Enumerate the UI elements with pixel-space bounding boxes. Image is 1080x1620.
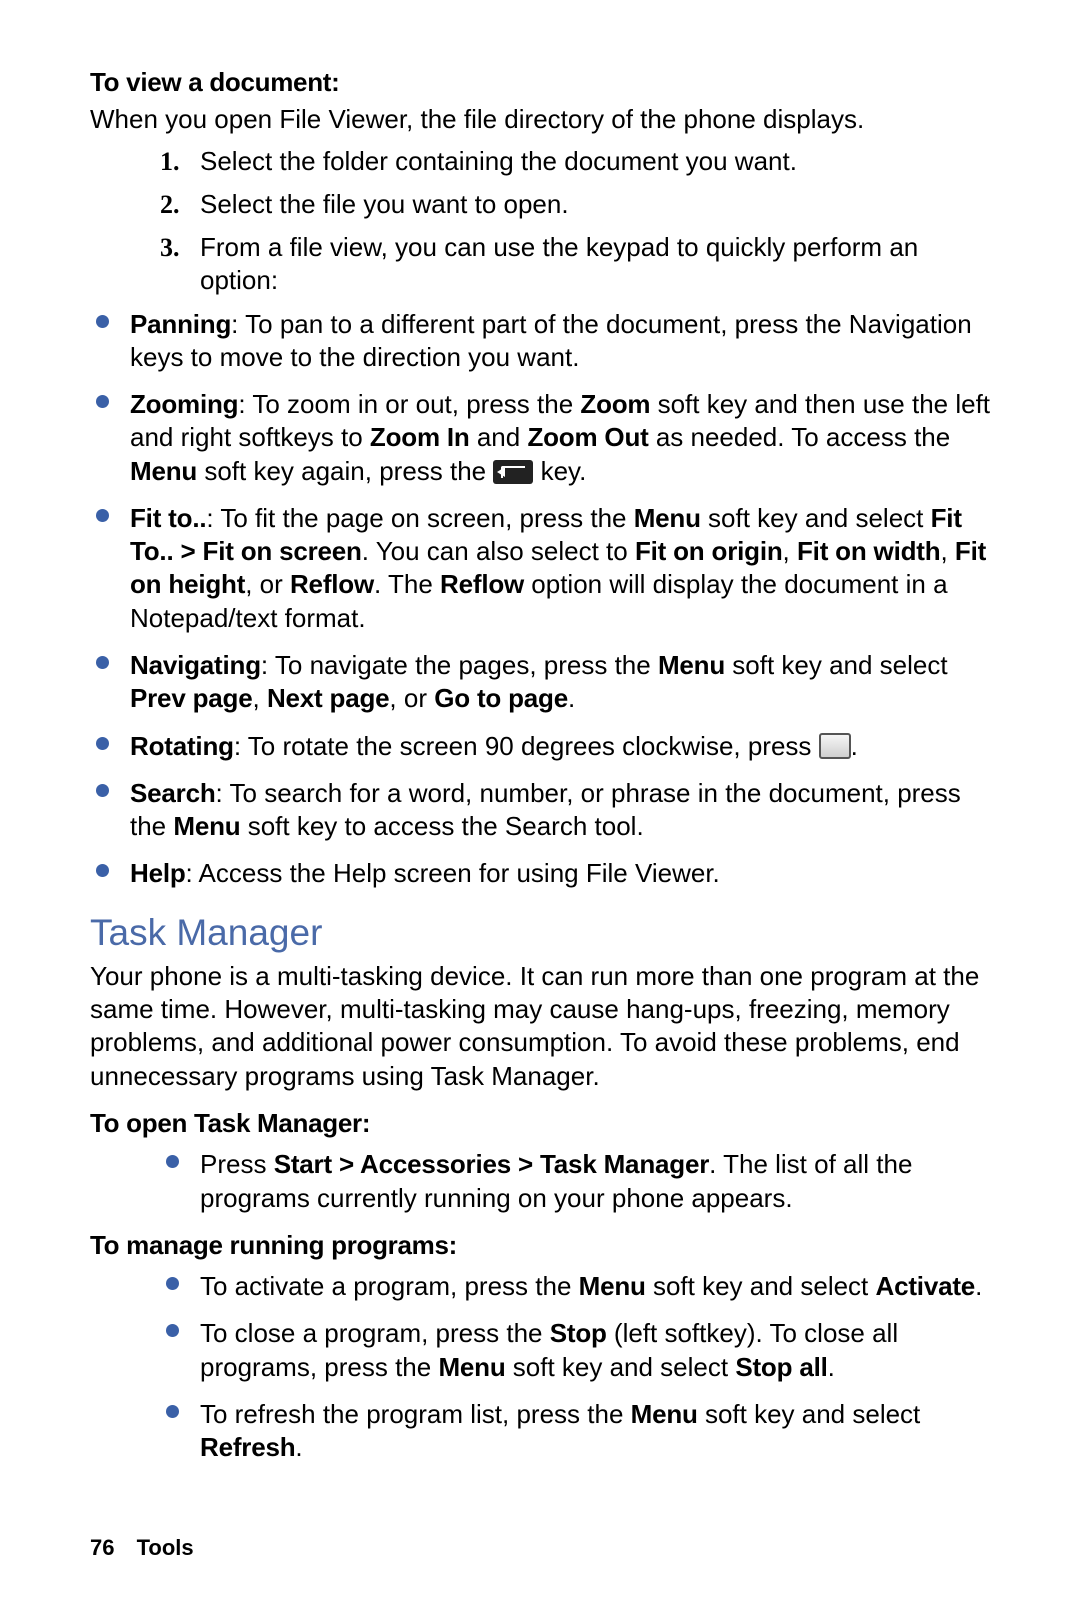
label: Panning bbox=[130, 309, 231, 339]
k: Menu bbox=[173, 811, 240, 841]
opt-navigating: Navigating: To navigate the pages, press… bbox=[90, 649, 1000, 716]
k: Menu bbox=[631, 1399, 698, 1429]
t: soft key and select bbox=[701, 503, 931, 533]
k: Start > Accessories > Task Manager bbox=[274, 1149, 709, 1179]
opt-search: Search: To search for a word, number, or… bbox=[90, 777, 1000, 844]
t: . bbox=[295, 1432, 302, 1462]
open-tm-item: Press Start > Accessories > Task Manager… bbox=[160, 1148, 1000, 1215]
label: Fit to.. bbox=[130, 503, 206, 533]
t: soft key and select bbox=[698, 1399, 921, 1429]
t: soft key again, press the bbox=[197, 456, 493, 486]
t: , or bbox=[389, 683, 434, 713]
steps-list: 1. Select the folder containing the docu… bbox=[90, 145, 1000, 298]
manage-refresh: To refresh the program list, press the M… bbox=[160, 1398, 1000, 1465]
k: Fit on origin bbox=[635, 536, 783, 566]
step-text: From a file view, you can use the keypad… bbox=[200, 231, 1000, 298]
k: Menu bbox=[658, 650, 725, 680]
manage-list: To activate a program, press the Menu so… bbox=[90, 1270, 1000, 1464]
t: To refresh the program list, press the bbox=[200, 1399, 631, 1429]
k: Refresh bbox=[200, 1432, 295, 1462]
chapter-name: Tools bbox=[137, 1535, 194, 1560]
t: . bbox=[851, 731, 858, 761]
t: : To zoom in or out, press the bbox=[238, 389, 580, 419]
t: . bbox=[568, 683, 575, 713]
step-text: Select the folder containing the documen… bbox=[200, 145, 1000, 178]
t: . You can also select to bbox=[362, 536, 635, 566]
k: Zoom In bbox=[370, 422, 470, 452]
label: Help bbox=[130, 858, 186, 888]
t: soft key and select bbox=[725, 650, 948, 680]
opt-help: Help: Access the Help screen for using F… bbox=[90, 857, 1000, 890]
k: Menu bbox=[634, 503, 701, 533]
step-num: 1. bbox=[160, 145, 200, 178]
k: Menu bbox=[130, 456, 197, 486]
opt-panning: Panning: To pan to a different part of t… bbox=[90, 308, 1000, 375]
page-footer: 76 Tools bbox=[90, 1534, 194, 1562]
t: To activate a program, press the bbox=[200, 1271, 579, 1301]
k: Stop all bbox=[735, 1352, 827, 1382]
t: soft key to access the Search tool. bbox=[240, 811, 643, 841]
opt-zooming: Zooming: To zoom in or out, press the Zo… bbox=[90, 388, 1000, 488]
k: Reflow bbox=[440, 569, 524, 599]
t: To close a program, press the bbox=[200, 1318, 550, 1348]
step-num: 2. bbox=[160, 188, 200, 221]
k: Go to page bbox=[434, 683, 568, 713]
screen-key-icon bbox=[819, 733, 851, 759]
k: Activate bbox=[876, 1271, 976, 1301]
k: Menu bbox=[579, 1271, 646, 1301]
step-2: 2. Select the file you want to open. bbox=[90, 188, 1000, 221]
heading-view-document: To view a document: bbox=[90, 66, 1000, 99]
k: Menu bbox=[438, 1352, 505, 1382]
k: Zoom bbox=[580, 389, 650, 419]
k: Prev page bbox=[130, 683, 253, 713]
heading-task-manager: Task Manager bbox=[90, 909, 1000, 956]
label: Rotating bbox=[130, 731, 234, 761]
t: key. bbox=[533, 456, 586, 486]
label: Search bbox=[130, 778, 216, 808]
t: . bbox=[975, 1271, 982, 1301]
t: , bbox=[253, 683, 267, 713]
t: Press bbox=[200, 1149, 274, 1179]
label: Zooming bbox=[130, 389, 238, 419]
k: Stop bbox=[550, 1318, 607, 1348]
k: Reflow bbox=[290, 569, 374, 599]
t: , or bbox=[245, 569, 290, 599]
t: : To navigate the pages, press the bbox=[261, 650, 658, 680]
t: , bbox=[783, 536, 797, 566]
options-list: Panning: To pan to a different part of t… bbox=[90, 308, 1000, 891]
t: soft key and select bbox=[506, 1352, 736, 1382]
heading-open-tm: To open Task Manager: bbox=[90, 1107, 1000, 1140]
manage-stop: To close a program, press the Stop (left… bbox=[160, 1317, 1000, 1384]
heading-manage-programs: To manage running programs: bbox=[90, 1229, 1000, 1262]
t: and bbox=[470, 422, 528, 452]
k: Zoom Out bbox=[527, 422, 648, 452]
t: : Access the Help screen for using File … bbox=[186, 858, 720, 888]
t: : To fit the page on screen, press the bbox=[206, 503, 633, 533]
open-tm-list: Press Start > Accessories > Task Manager… bbox=[90, 1148, 1000, 1215]
step-3: 3. From a file view, you can use the key… bbox=[90, 231, 1000, 298]
step-1: 1. Select the folder containing the docu… bbox=[90, 145, 1000, 178]
t: : To rotate the screen 90 degrees clockw… bbox=[234, 731, 819, 761]
t: soft key and select bbox=[646, 1271, 876, 1301]
k: Fit on width bbox=[797, 536, 940, 566]
t: . The bbox=[374, 569, 440, 599]
manage-activate: To activate a program, press the Menu so… bbox=[160, 1270, 1000, 1303]
k: Next page bbox=[267, 683, 389, 713]
intro-task-manager: Your phone is a multi-tasking device. It… bbox=[90, 960, 1000, 1093]
text: : To pan to a different part of the docu… bbox=[130, 309, 972, 372]
t: . bbox=[828, 1352, 835, 1382]
t: , bbox=[940, 536, 954, 566]
label: Navigating bbox=[130, 650, 261, 680]
step-text: Select the file you want to open. bbox=[200, 188, 1000, 221]
intro-view-document: When you open File Viewer, the file dire… bbox=[90, 103, 1000, 136]
step-num: 3. bbox=[160, 231, 200, 264]
opt-fit: Fit to..: To fit the page on screen, pre… bbox=[90, 502, 1000, 635]
page-number: 76 bbox=[90, 1535, 114, 1560]
opt-rotating: Rotating: To rotate the screen 90 degree… bbox=[90, 730, 1000, 763]
t: as needed. To access the bbox=[649, 422, 951, 452]
back-key-icon bbox=[493, 460, 533, 484]
